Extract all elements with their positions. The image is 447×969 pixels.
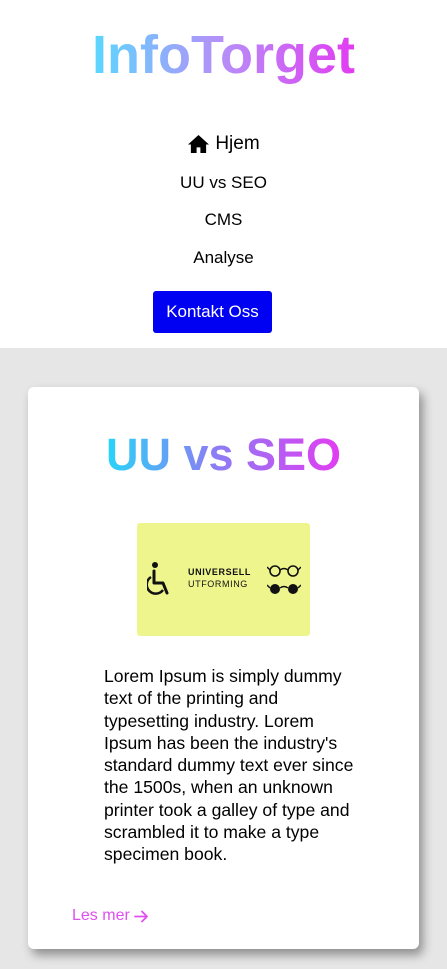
nav-item-cms[interactable]: CMS bbox=[0, 210, 447, 230]
site-logo[interactable]: InfoTorget bbox=[0, 24, 447, 86]
nav-item-home-label: Hjem bbox=[215, 133, 260, 154]
nav-item-analyse[interactable]: Analyse bbox=[0, 248, 447, 268]
home-icon bbox=[188, 134, 210, 154]
read-more-link[interactable]: Les mer bbox=[72, 907, 149, 925]
card-title-text: UU vs SEO bbox=[105, 429, 342, 480]
universell-utforming-image: UNIVERSELL UTFORMING bbox=[137, 523, 310, 636]
card-body-text: Lorem Ipsum is simply dummy text of the … bbox=[104, 666, 354, 865]
article-card: UU vs SEO UNIVERSELL UTFORMING Lorem Ips… bbox=[28, 387, 419, 949]
contact-button[interactable]: Kontakt Oss bbox=[153, 291, 272, 333]
image-text-line2: UTFORMING bbox=[188, 579, 248, 589]
wheelchair-icon bbox=[147, 562, 169, 595]
image-text-line1: UNIVERSELL bbox=[188, 567, 252, 577]
glasses-icon bbox=[267, 565, 301, 577]
nav-item-uu-vs-seo[interactable]: UU vs SEO bbox=[0, 173, 447, 193]
read-more-label: Les mer bbox=[72, 907, 130, 924]
site-logo-text[interactable]: InfoTorget bbox=[92, 25, 355, 85]
site-header: InfoTorget Hjem UU vs SEO CMS Analyse Ko… bbox=[0, 0, 447, 348]
card-title: UU vs SEO bbox=[28, 429, 419, 481]
sunglasses-icon bbox=[267, 584, 301, 594]
arrow-right-icon bbox=[133, 910, 148, 922]
nav-item-home[interactable]: Hjem bbox=[0, 134, 447, 154]
